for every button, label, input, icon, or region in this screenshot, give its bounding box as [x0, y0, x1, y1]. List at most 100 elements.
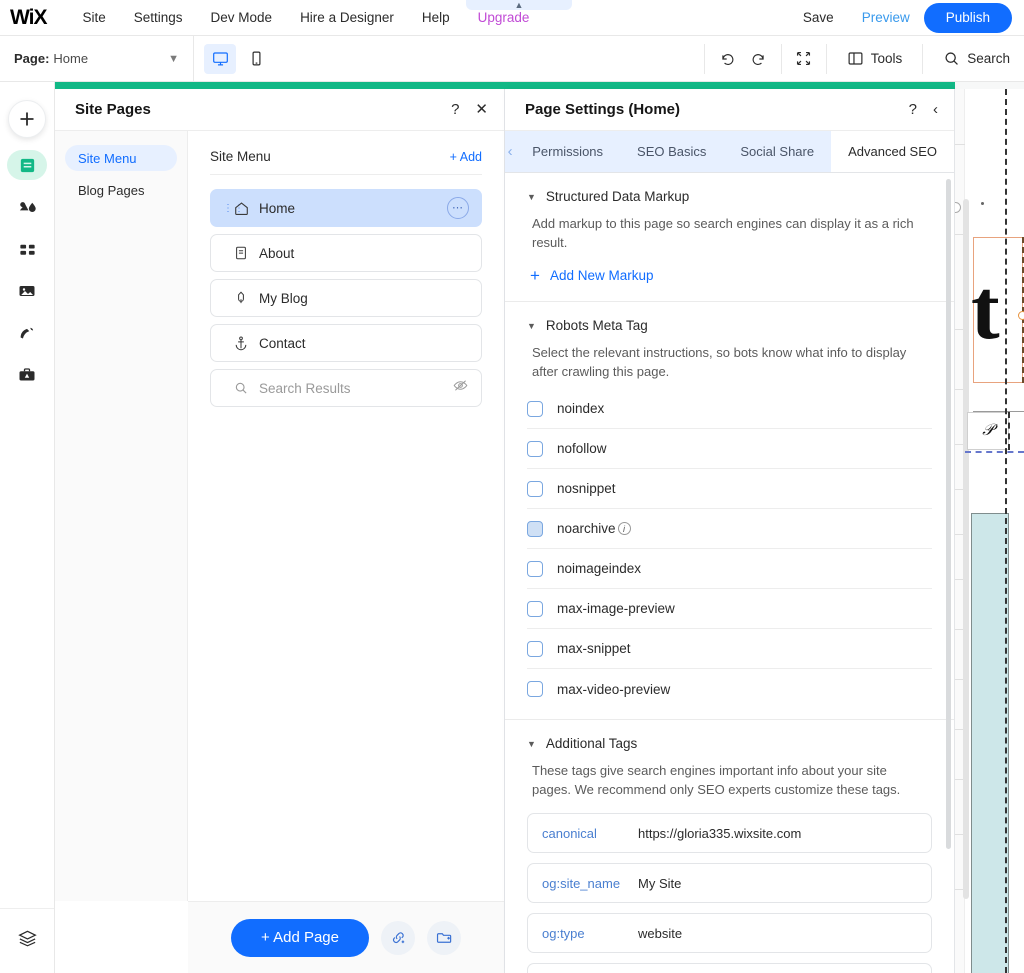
additional-tags-section-header[interactable]: ▼ Additional Tags	[505, 720, 954, 751]
checkbox-row-noarchive[interactable]: noarchive i	[527, 509, 932, 549]
checkbox-row-nofollow[interactable]: nofollow	[527, 429, 932, 469]
checkbox-row-noimageindex[interactable]: noimageindex	[527, 549, 932, 589]
tab-permissions[interactable]: Permissions	[515, 131, 620, 172]
sidebar-item-site-menu[interactable]: Site Menu	[65, 145, 177, 171]
sidebar-item-media[interactable]	[7, 276, 47, 306]
tab-seo-basics[interactable]: SEO Basics	[620, 131, 723, 172]
checkbox-noarchive[interactable]	[527, 520, 543, 537]
page-width-guide	[1005, 89, 1007, 973]
more-options-icon[interactable]: ⋯	[447, 197, 469, 219]
tab-social-share[interactable]: Social Share	[723, 131, 831, 172]
canvas-teal-block[interactable]	[971, 513, 1009, 973]
add-elements-button[interactable]	[8, 100, 46, 138]
theme-manager-icon	[19, 201, 36, 212]
add-link-button[interactable]	[381, 920, 415, 955]
page-label: My Blog	[259, 290, 308, 306]
checkbox-row-nosnippet[interactable]: nosnippet	[527, 469, 932, 509]
checkbox-label: noindex	[557, 401, 605, 416]
checkbox-row-max-image-preview[interactable]: max-image-preview	[527, 589, 932, 629]
menu-hire-a-designer[interactable]: Hire a Designer	[286, 0, 408, 36]
home-icon	[233, 200, 259, 217]
tools-button[interactable]: Tools	[833, 36, 917, 82]
chevron-left-icon[interactable]: ‹	[933, 102, 938, 117]
checkbox-label: noimageindex	[557, 561, 642, 576]
site-pages-title: Site Pages	[75, 101, 151, 118]
structured-data-section-header[interactable]: ▼ Structured Data Markup	[505, 173, 954, 204]
search-button[interactable]: Search	[929, 36, 1024, 82]
viewport-desktop-button[interactable]	[204, 43, 236, 74]
redo-button[interactable]	[743, 44, 775, 74]
tag-field-next[interactable]	[527, 963, 932, 973]
canvas-text-element[interactable]: t	[971, 259, 1000, 359]
site-pages-header: Site Pages ? ✕	[55, 89, 504, 131]
resize-handle[interactable]	[1018, 311, 1024, 320]
tab-advanced-seo[interactable]: Advanced SEO	[831, 131, 954, 172]
publish-button[interactable]: Publish	[923, 2, 1012, 33]
page-list-item-home[interactable]: ⋮⋮ Home ⋯	[210, 189, 482, 227]
checkbox-max-image-preview[interactable]	[527, 600, 543, 617]
toolbar-history-group: Tools Search	[698, 36, 1024, 82]
menu-site[interactable]: Site	[68, 0, 119, 36]
pinterest-element[interactable]: 𝒫	[967, 412, 1009, 450]
checkbox-label: max-image-preview	[557, 601, 675, 616]
site-pages-footer: + Add Page	[188, 901, 504, 973]
hidden-eye-icon[interactable]	[452, 377, 469, 399]
site-pages-tabs: Site Menu Blog Pages	[55, 131, 188, 901]
viewport-mobile-button[interactable]	[240, 44, 272, 74]
structured-data-title: Structured Data Markup	[545, 189, 690, 204]
page-list-item-about[interactable]: ⋮⋮ About	[210, 234, 482, 272]
sidebar-item-site-design[interactable]	[7, 192, 47, 222]
checkbox-max-snippet[interactable]	[527, 640, 543, 657]
add-menu-item-link[interactable]: + Add	[450, 150, 482, 164]
add-page-button[interactable]: + Add Page	[231, 918, 369, 957]
info-icon[interactable]: i	[617, 522, 631, 535]
question-mark-icon[interactable]: ?	[451, 102, 459, 117]
page-settings-scrollbar[interactable]	[946, 179, 951, 849]
checkbox-row-noindex[interactable]: noindex	[527, 389, 932, 429]
menu-dev-mode[interactable]: Dev Mode	[197, 0, 287, 36]
page-list-item-search-results[interactable]: ⋮⋮ Search Results	[210, 369, 482, 407]
editor-canvas[interactable]: t 𝒫 hat!	[955, 89, 1024, 973]
tabs-scroll-left-icon[interactable]: ‹	[505, 131, 515, 172]
menu-upgrade[interactable]: Upgrade	[464, 0, 544, 36]
site-menu-section-title: Site Menu	[210, 149, 271, 164]
checkbox-row-max-snippet[interactable]: max-snippet	[527, 629, 932, 669]
tag-field-og-site-name[interactable]: og:site_name My Site	[527, 863, 932, 903]
undo-button[interactable]	[711, 44, 743, 74]
checkbox-max-video-preview[interactable]	[527, 681, 543, 697]
tag-field-canonical[interactable]: canonical https://gloria335.wixsite.com	[527, 813, 932, 853]
preview-button[interactable]: Preview	[848, 10, 924, 25]
checkbox-noimageindex[interactable]	[527, 560, 543, 577]
page-list-item-my-blog[interactable]: ⋮⋮ My Blog	[210, 279, 482, 317]
sidebar-item-blog-pages[interactable]: Blog Pages	[65, 177, 177, 203]
tag-value: My Site	[638, 875, 682, 891]
sidebar-item-pages[interactable]	[7, 150, 47, 180]
zoom-out-button[interactable]	[788, 44, 820, 74]
checkbox-nosnippet[interactable]	[527, 480, 543, 497]
page-selector[interactable]: Page: Home ▼	[0, 35, 194, 82]
sidebar-item-blog[interactable]	[7, 318, 47, 348]
add-folder-button[interactable]	[427, 920, 461, 955]
close-icon[interactable]: ✕	[475, 102, 488, 117]
page-settings-tabs: ‹ Permissions SEO Basics Social Share Ad…	[505, 131, 954, 173]
tag-value: website	[638, 925, 683, 941]
menu-settings[interactable]: Settings	[120, 0, 197, 36]
drag-handle-icon[interactable]: ⋮⋮	[223, 203, 244, 213]
wix-logo[interactable]: WiX	[10, 6, 47, 30]
menu-help[interactable]: Help	[408, 0, 464, 36]
checkbox-row-max-video-preview[interactable]: max-video-preview	[527, 669, 932, 709]
question-mark-icon[interactable]: ?	[909, 102, 917, 117]
zoom-out-icon	[797, 51, 811, 66]
save-button[interactable]: Save	[789, 10, 848, 25]
additional-tags-title: Additional Tags	[545, 736, 638, 751]
robots-meta-section-header[interactable]: ▼ Robots Meta Tag	[505, 302, 954, 333]
checkbox-nofollow[interactable]	[527, 440, 543, 457]
sidebar-item-my-business[interactable]	[7, 360, 47, 390]
page-list-item-contact[interactable]: ⋮⋮ Contact	[210, 324, 482, 362]
canvas-scrollbar[interactable]	[963, 199, 969, 899]
layers-button[interactable]	[7, 923, 47, 953]
sidebar-item-add-elements[interactable]	[7, 234, 47, 264]
checkbox-noindex[interactable]	[527, 400, 543, 417]
add-new-markup-button[interactable]: + Add New Markup	[505, 252, 954, 301]
tag-field-og-type[interactable]: og:type website	[527, 913, 932, 953]
